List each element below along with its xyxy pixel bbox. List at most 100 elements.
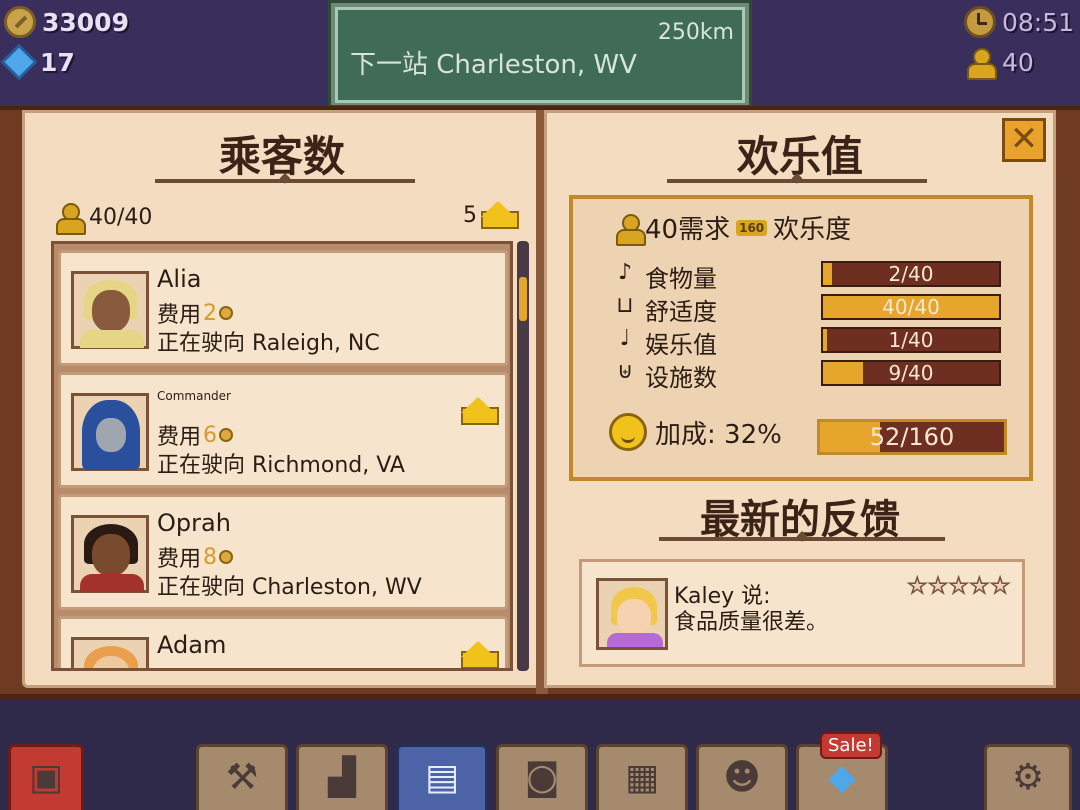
settings-icon: ⚙ bbox=[1011, 757, 1045, 798]
passenger-list[interactable]: Alia 费用 2 正在驶向 Raleigh, NC Commander 费用 … bbox=[51, 241, 513, 671]
crown-icon bbox=[461, 641, 499, 668]
build-button[interactable]: ⚒ bbox=[196, 744, 288, 810]
passenger-portrait bbox=[71, 271, 149, 349]
time-row: 08:51 bbox=[963, 4, 1074, 40]
stat-label: 娱乐值 bbox=[645, 331, 717, 359]
time-value: 08:51 bbox=[1001, 7, 1074, 37]
coins-value: 33009 bbox=[42, 7, 129, 37]
gem-icon bbox=[0, 43, 38, 81]
passengers-row: 40 bbox=[964, 44, 1074, 80]
camera-icon: ◙ bbox=[524, 757, 560, 798]
stat-value: 9/40 bbox=[888, 361, 934, 385]
star-icon: ★ bbox=[907, 573, 928, 600]
stat-value: 1/40 bbox=[888, 328, 934, 352]
feedback-divider bbox=[659, 537, 945, 541]
close-button[interactable]: ✕ bbox=[1002, 118, 1046, 162]
star-icon: ★ bbox=[927, 573, 948, 600]
happiness-page: 欢乐值 40需求 160 欢乐度 ♪ 食物量 2/40 ⊔ 舒适度 bbox=[544, 110, 1056, 688]
train-button[interactable]: ▟ bbox=[296, 744, 388, 810]
map-button[interactable]: ▦ bbox=[596, 744, 688, 810]
happiness-panel: 40需求 160 欢乐度 ♪ 食物量 2/40 ⊔ 舒适度 40/40 ♩ 娱乐… bbox=[569, 195, 1033, 481]
passengers-value: 40 bbox=[1001, 47, 1034, 77]
settings-button[interactable]: ⚙ bbox=[984, 744, 1072, 810]
depot-icon: ▣ bbox=[28, 757, 63, 798]
coin-icon bbox=[4, 6, 36, 38]
star-icon: ★ bbox=[990, 573, 1011, 600]
coins-row: 33009 bbox=[4, 4, 129, 40]
depot-button[interactable]: ▣ bbox=[8, 744, 84, 810]
coin-icon bbox=[219, 428, 234, 442]
passenger-icon bbox=[964, 46, 997, 80]
passenger-portrait bbox=[71, 393, 149, 471]
food-icon: ♪ bbox=[617, 260, 633, 285]
book: 乘客数 40/40 5 Alia 费用 2 bbox=[0, 106, 1080, 700]
feedback-card: Kaley 说: 食品质量很差。 ★ ★ ★ ★ ★ bbox=[579, 559, 1025, 667]
demand-badge: 160 bbox=[736, 219, 768, 236]
passenger-name: Alia bbox=[157, 265, 202, 293]
vip-count-value: 5 bbox=[463, 202, 477, 228]
passenger-card[interactable]: Commander 费用 6 正在驶向 Richmond, VA bbox=[58, 372, 508, 488]
stat-value: 2/40 bbox=[888, 262, 934, 286]
fee-amount: 2 bbox=[203, 300, 218, 326]
passenger-count-value: 40/40 bbox=[89, 204, 153, 230]
star-icon: ★ bbox=[969, 573, 990, 600]
stat-label: 食物量 bbox=[645, 265, 717, 293]
sale-badge[interactable]: Sale! bbox=[820, 732, 882, 759]
gems-value: 17 bbox=[40, 47, 75, 77]
passenger-fee: 费用 bbox=[157, 663, 201, 668]
title-divider bbox=[667, 179, 927, 183]
passenger-name: Adam bbox=[157, 631, 227, 659]
staff-button[interactable]: ☻ bbox=[696, 744, 788, 810]
gem-shop-icon: ◆ bbox=[828, 757, 856, 798]
feedback-text: 食品质量很差。 bbox=[674, 610, 829, 635]
passenger-count: 40/40 bbox=[53, 201, 153, 235]
stat-facilities: ⊎ 设施数 9/40 bbox=[613, 358, 1013, 392]
fee-amount: 8 bbox=[203, 544, 218, 570]
stat-comfort: ⊔ 舒适度 40/40 bbox=[613, 292, 1013, 326]
stat-bar: 9/40 bbox=[821, 360, 1001, 386]
smiley-icon bbox=[609, 413, 647, 451]
passenger-portrait bbox=[71, 515, 149, 593]
music-icon: ♩ bbox=[619, 326, 631, 351]
stat-bar: 40/40 bbox=[821, 294, 1001, 320]
station-sign: 250km 下一站 Charleston, WV bbox=[328, 0, 752, 108]
passenger-portrait bbox=[71, 637, 149, 668]
hud-right: 08:51 40 bbox=[963, 4, 1074, 84]
passenger-title: Commander bbox=[157, 389, 231, 403]
passenger-card[interactable]: Oprah 费用 8 正在驶向 Charleston, WV bbox=[58, 494, 508, 610]
vip-count: 5 bbox=[463, 201, 519, 229]
passenger-card[interactable]: Adam 费用 bbox=[58, 616, 508, 668]
feedback-portrait bbox=[596, 578, 668, 650]
happiness-total: 52/160 bbox=[869, 423, 955, 451]
passenger-destination: 正在驶向 Richmond, VA bbox=[157, 453, 405, 478]
stat-bar: 2/40 bbox=[821, 261, 1001, 287]
passenger-icon bbox=[53, 201, 86, 235]
stat-food: ♪ 食物量 2/40 bbox=[613, 259, 1013, 293]
passenger-car-button[interactable]: ▤ bbox=[396, 744, 488, 810]
feedback-rating: ★ ★ ★ ★ ★ bbox=[906, 573, 1011, 600]
gems-row: 17 bbox=[0, 43, 129, 81]
stat-value: 40/40 bbox=[882, 295, 940, 319]
fee-label: 费用 bbox=[157, 663, 201, 668]
happiness-demand: 40需求 160 欢乐度 bbox=[613, 209, 851, 246]
camera-button[interactable]: ◙ bbox=[496, 744, 588, 810]
demand-suffix: 欢乐度 bbox=[773, 215, 852, 245]
demand-prefix: 40需求 bbox=[645, 215, 731, 245]
crown-icon bbox=[461, 397, 499, 425]
coin-icon bbox=[219, 306, 234, 320]
bed-icon: ⊔ bbox=[616, 293, 634, 318]
passenger-list-scrollbar[interactable] bbox=[517, 241, 529, 671]
stat-bar: 1/40 bbox=[821, 327, 1001, 353]
passenger-card[interactable]: Alia 费用 2 正在驶向 Raleigh, NC bbox=[58, 250, 508, 366]
next-station: 下一站 Charleston, WV bbox=[350, 50, 637, 80]
stat-entertainment: ♩ 娱乐值 1/40 bbox=[613, 325, 1013, 359]
station-sign-inner: 250km 下一站 Charleston, WV bbox=[335, 7, 745, 103]
coin-icon bbox=[219, 550, 234, 564]
scroll-thumb[interactable] bbox=[519, 277, 527, 321]
bonus-label: 加成: 32% bbox=[655, 419, 782, 450]
stat-label: 舒适度 bbox=[645, 298, 717, 326]
passenger-destination: 正在驶向 Raleigh, NC bbox=[157, 331, 380, 356]
passenger-page: 乘客数 40/40 5 Alia 费用 2 bbox=[22, 110, 542, 688]
passenger-destination: 正在驶向 Charleston, WV bbox=[157, 575, 422, 600]
happiness-total-bar: 52/160 bbox=[817, 419, 1007, 455]
